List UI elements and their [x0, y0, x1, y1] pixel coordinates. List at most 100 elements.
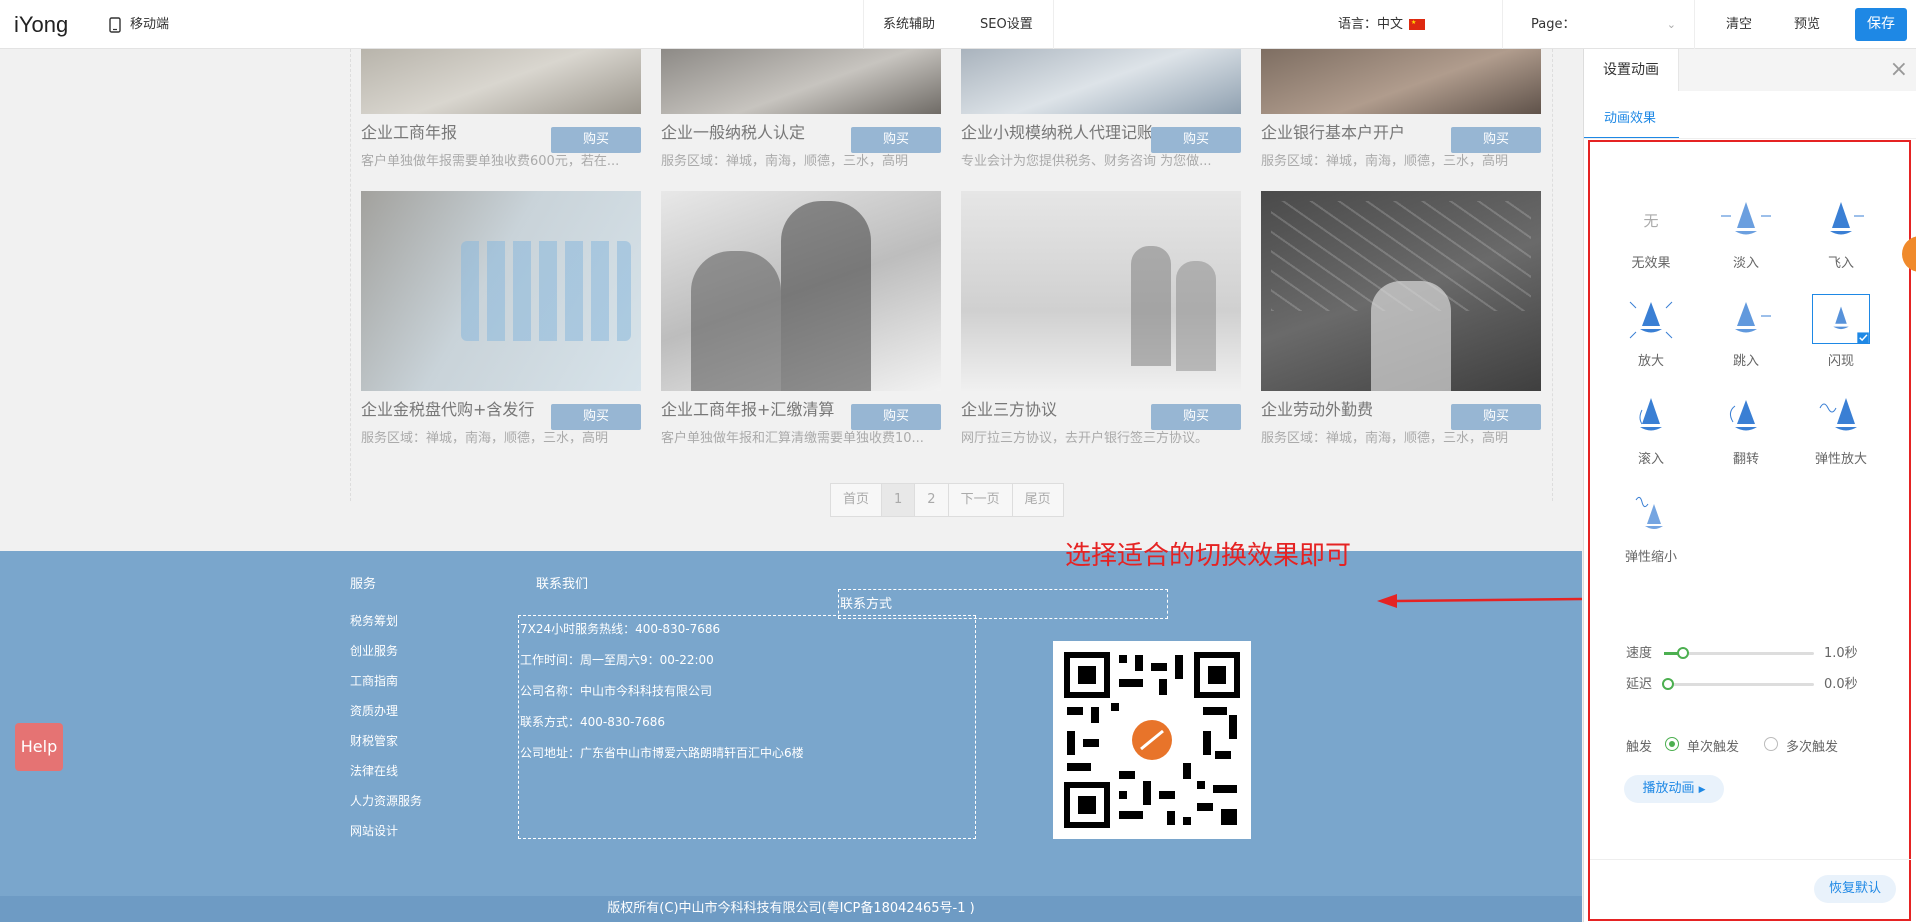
sailboat-zoom-icon: [1629, 301, 1673, 339]
sailboat-flash-icon: [1812, 294, 1870, 344]
mobile-icon: [109, 16, 121, 33]
pager-next[interactable]: 下一页: [949, 484, 1013, 516]
service-link[interactable]: 资质办理: [350, 702, 398, 719]
product-title: 企业银行基本户开户: [1261, 123, 1406, 142]
contact-box-title: 联系方式: [840, 597, 893, 612]
product-title: 企业工商年报+汇缴清算: [661, 400, 835, 419]
speed-slider[interactable]: [1664, 647, 1814, 659]
service-link[interactable]: 税务筹划: [350, 612, 398, 629]
pager-last[interactable]: 尾页: [1013, 484, 1063, 516]
delay-label: 延迟: [1626, 677, 1653, 692]
product-desc: 服务区域：禅城，南海，顺德，三水，高明: [661, 154, 909, 169]
product-image: [1261, 49, 1541, 114]
people-illustration: [1131, 246, 1171, 366]
people-illustration: [1371, 281, 1451, 391]
sailboat-jump-icon: [1735, 302, 1771, 333]
app-icons-illustration: [461, 241, 631, 341]
product-image: [961, 49, 1241, 114]
speed-label: 速度: [1626, 646, 1653, 661]
sailboat-elastic-out-icon: [1635, 496, 1663, 529]
product-image: [361, 49, 641, 114]
product-title: 企业劳动外勤费: [1261, 400, 1374, 419]
system-assist-button[interactable]: 系统辅助: [883, 0, 935, 49]
animation-panel: 设置动画 × 动画效果 无 无效果 淡入 飞入 放大 跳入 闪现 滚入 翻转 弹…: [1583, 49, 1916, 922]
play-animation-button[interactable]: 播放动画 ▶: [1624, 775, 1724, 803]
product-desc: 客户单独做年报和汇算清缴需要单独收费10...: [661, 431, 924, 446]
page-canvas: 企业工商年报 购买 客户单独做年报需要单独收费600元，若在... 企业一般纳税…: [0, 49, 1582, 922]
product-image: [661, 49, 941, 114]
language-selector[interactable]: 语言：中文 ★: [1338, 0, 1426, 49]
seo-settings-button[interactable]: SEO设置: [980, 0, 1033, 49]
site-footer: 服务 联系我们 联系方式 税务筹划 创业服务 工商指南 资质办理 财税管家 法律…: [0, 551, 1582, 922]
effect-label: 翻转: [1732, 452, 1759, 467]
trigger-single-label[interactable]: 单次触发: [1687, 736, 1739, 755]
speed-value: 1.0秒: [1824, 646, 1858, 661]
divider: [1502, 0, 1503, 49]
restore-default-button[interactable]: 恢复默认: [1814, 875, 1896, 903]
divider: [863, 0, 864, 49]
product-image: [1261, 191, 1541, 391]
product-image: [961, 191, 1241, 391]
people-illustration: [1176, 261, 1216, 371]
preview-button[interactable]: 预览: [1794, 0, 1820, 49]
contact-heading: 联系我们: [536, 577, 589, 592]
service-link[interactable]: 人力资源服务: [350, 792, 422, 809]
tab-animation[interactable]: 设置动画: [1584, 49, 1679, 91]
sailboat-flip-icon: [1729, 400, 1757, 431]
effect-label: 弹性缩小: [1624, 550, 1677, 565]
page-selector[interactable]: Page： ⌄: [1531, 0, 1676, 49]
product-title: 企业金税盘代购+含发行: [361, 400, 535, 419]
save-button[interactable]: 保存: [1855, 8, 1907, 41]
trigger-multi-radio[interactable]: [1764, 737, 1778, 751]
product-desc: 服务区域：禅城，南海，顺德，三水，高明: [1261, 431, 1509, 446]
product-desc: 专业会计为您提供税务、财务咨询 为您做...: [961, 154, 1212, 169]
contact-line: 工作时间：周一至周六9：00-22:00: [520, 653, 714, 667]
annotation-arrow-icon: [1377, 594, 1582, 608]
sailboat-fade-icon: [1721, 202, 1771, 235]
service-link[interactable]: 法律在线: [350, 762, 398, 779]
product-desc: 服务区域：禅城，南海，顺德，三水，高明: [1261, 154, 1509, 169]
pager-first[interactable]: 首页: [831, 484, 883, 516]
qr-code-icon: [1064, 652, 1240, 828]
service-link[interactable]: 网站设计: [350, 822, 398, 839]
product-desc: 网厅拉三方协议，去开户银行签三方协议。: [961, 431, 1209, 446]
people-illustration: [781, 201, 871, 391]
product-title: 企业一般纳税人认定: [661, 123, 806, 142]
no-effect-icon: 无: [1643, 212, 1659, 230]
help-button[interactable]: Help: [15, 723, 63, 771]
service-link[interactable]: 工商指南: [350, 672, 398, 689]
product-title: 企业三方协议: [961, 400, 1058, 419]
clear-button[interactable]: 清空: [1726, 0, 1752, 49]
panel-footer-divider: [1590, 859, 1911, 860]
sailboat-roll-icon: [1639, 398, 1662, 431]
contact-line: 7X24小时服务热线：400-830-7686: [520, 622, 721, 636]
page-label: Page：: [1531, 17, 1576, 32]
sailboat-fly-icon: [1830, 202, 1864, 235]
annotation-text: 选择适合的切换效果即可: [1065, 541, 1352, 571]
mobile-toggle[interactable]: 移动端: [108, 0, 169, 49]
app-logo: iYong: [14, 12, 69, 37]
close-icon[interactable]: ×: [1890, 59, 1908, 81]
trigger-multi-label[interactable]: 多次触发: [1786, 736, 1838, 755]
tab-animation-effect[interactable]: 动画效果: [1604, 107, 1656, 126]
product-desc: 客户单独做年报需要单独收费600元，若在...: [361, 154, 620, 169]
effect-label: 跳入: [1732, 354, 1759, 369]
play-label: 播放动画: [1642, 781, 1695, 796]
delay-slider[interactable]: [1662, 678, 1814, 690]
service-link[interactable]: 创业服务: [350, 642, 398, 659]
top-toolbar: iYong 移动端 系统辅助 SEO设置 语言：中文 ★ Page： ⌄ 清空 …: [0, 0, 1916, 49]
delay-slider-handle[interactable]: [1662, 678, 1674, 690]
effect-label: 放大: [1637, 354, 1664, 369]
services-heading: 服务: [350, 577, 377, 592]
qr-code: [1053, 641, 1251, 839]
pagination: 首页 1 2 下一页 尾页: [830, 483, 1064, 517]
speed-slider-handle[interactable]: [1677, 647, 1689, 659]
divider: [1053, 0, 1054, 49]
divider: [1694, 0, 1695, 49]
pager-page-1[interactable]: 1: [882, 484, 916, 516]
contact-line: 公司名称：中山市今科科技有限公司: [520, 684, 713, 698]
pager-page-2[interactable]: 2: [915, 484, 949, 516]
service-link[interactable]: 财税管家: [350, 732, 398, 749]
trigger-single-radio[interactable]: [1665, 737, 1679, 751]
contact-line: 联系方式：400-830-7686: [520, 715, 666, 729]
